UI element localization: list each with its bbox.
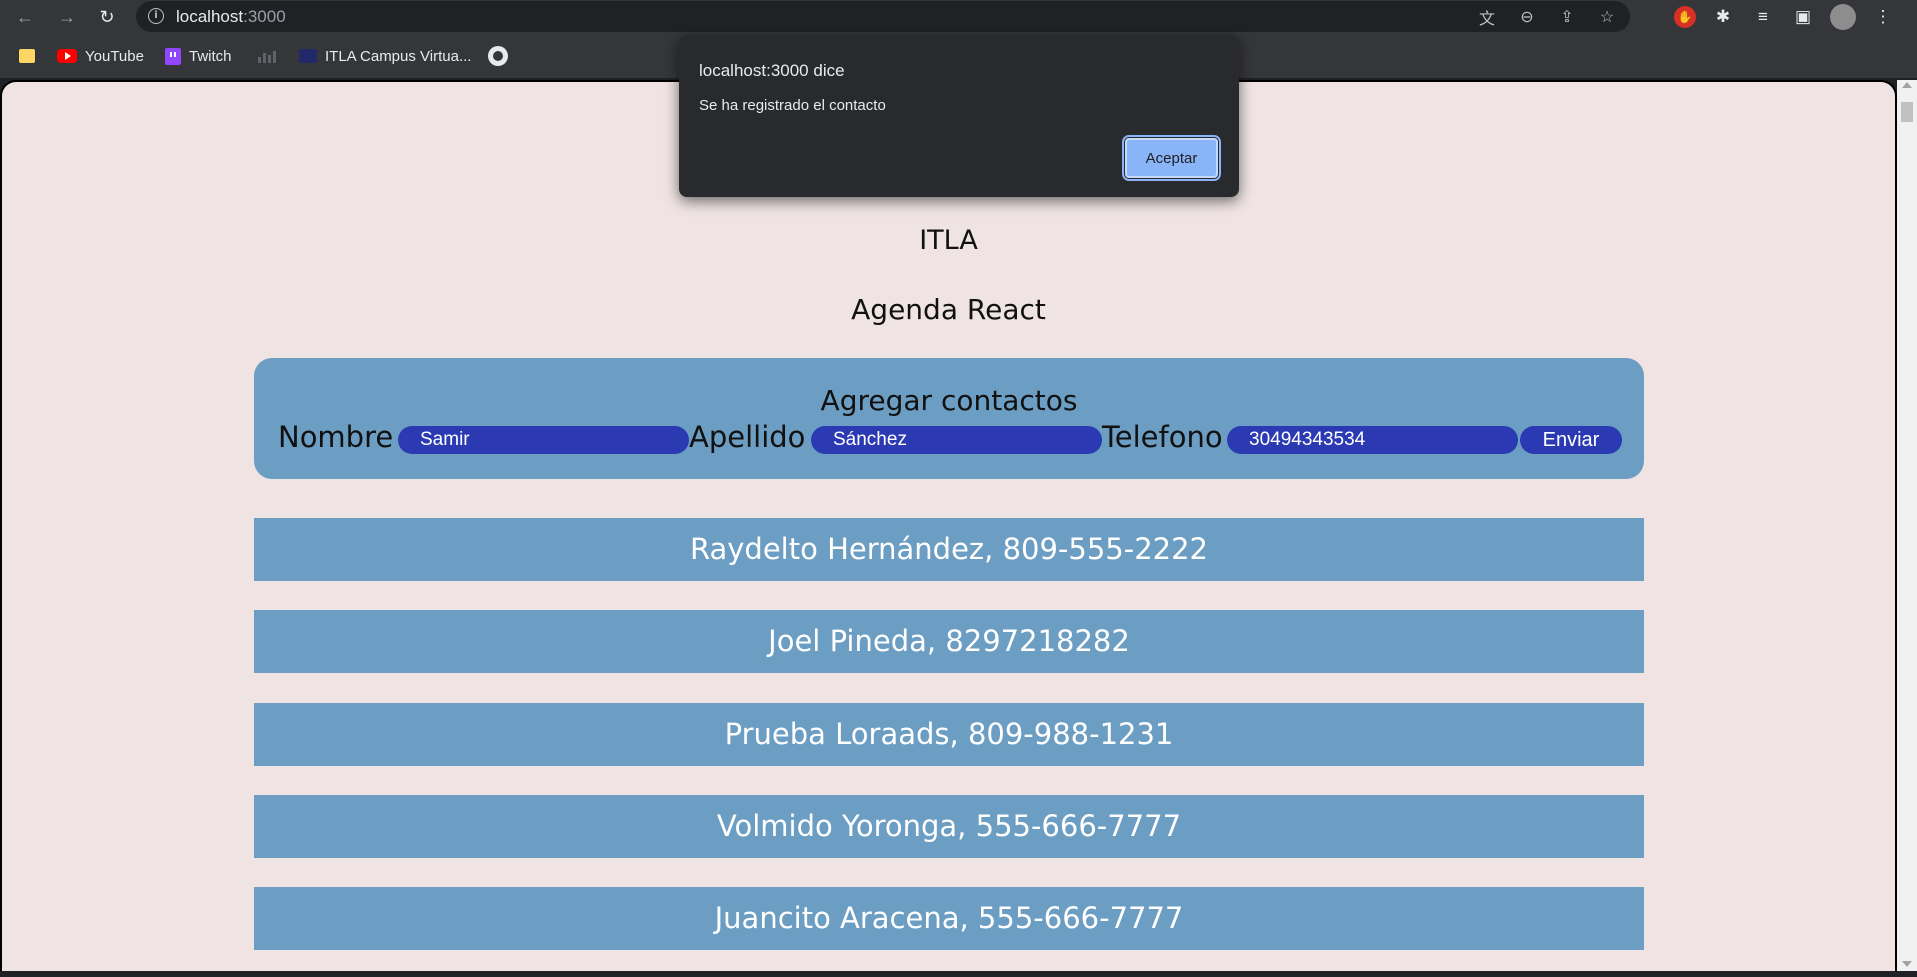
- bookmark-label: Twitch: [189, 47, 232, 65]
- github-icon: [488, 46, 508, 66]
- address-bar[interactable]: i localhost:3000 文 ⊖ ⇪ ☆: [136, 1, 1630, 32]
- page-title: ITLA: [919, 225, 978, 256]
- bookmark-folder[interactable]: [19, 45, 35, 67]
- url-port: :3000: [243, 7, 286, 26]
- add-contact-form: Agregar contactos Nombre : Apellido : Te…: [254, 358, 1644, 479]
- contact-item: Volmido Yoronga, 555-666-7777: [254, 795, 1644, 858]
- zoom-out-icon[interactable]: ⊖: [1516, 6, 1538, 28]
- bar-chart-icon: [258, 49, 276, 63]
- contact-item: Joel Pineda, 8297218282: [254, 610, 1644, 673]
- contact-item: Prueba Loraads, 809-988-1231: [254, 703, 1644, 766]
- reload-icon[interactable]: ↻: [94, 4, 120, 30]
- bookmark-youtube[interactable]: YouTube: [57, 45, 144, 67]
- url-text[interactable]: localhost:3000: [176, 7, 286, 27]
- scroll-up-arrow-icon[interactable]: [1902, 82, 1912, 88]
- browser-toolbar: ← → ↻ i localhost:3000 文 ⊖ ⇪ ☆ ✋ ✱ ≡ ▣ ⋮: [0, 0, 1917, 34]
- bookmark-twitch[interactable]: Twitch: [165, 45, 232, 67]
- twitch-icon: [165, 47, 181, 65]
- accept-button[interactable]: Aceptar: [1122, 135, 1221, 181]
- apellido-input[interactable]: [811, 426, 1102, 454]
- back-arrow-icon[interactable]: ←: [12, 4, 38, 30]
- media-queue-icon[interactable]: ≡: [1750, 4, 1776, 30]
- scroll-down-arrow-icon[interactable]: [1902, 961, 1912, 967]
- bookmark-label: YouTube: [85, 47, 144, 65]
- send-button[interactable]: Enviar: [1520, 426, 1622, 454]
- apellido-label: Apellido :: [689, 420, 825, 454]
- folder-icon: [19, 49, 35, 63]
- extensions-puzzle-icon[interactable]: ✱: [1710, 4, 1736, 30]
- forward-arrow-icon[interactable]: →: [54, 4, 80, 30]
- site-info-icon[interactable]: i: [148, 8, 164, 24]
- translate-icon[interactable]: 文: [1476, 6, 1498, 28]
- adblock-extension-icon[interactable]: ✋: [1674, 6, 1696, 28]
- bookmark-chart[interactable]: [258, 45, 276, 67]
- itla-icon: [299, 49, 317, 63]
- telefono-input[interactable]: [1227, 426, 1518, 454]
- bookmark-github[interactable]: [488, 45, 508, 67]
- telefono-label: Telefono :: [1102, 420, 1242, 454]
- vertical-scrollbar[interactable]: [1897, 80, 1917, 971]
- scroll-thumb[interactable]: [1901, 102, 1913, 122]
- contact-item: Raydelto Hernández, 809-555-2222: [254, 518, 1644, 581]
- share-icon[interactable]: ⇪: [1556, 6, 1578, 28]
- form-heading: Agregar contactos: [820, 384, 1078, 417]
- window-bottom-edge: [0, 971, 1917, 977]
- dialog-title: localhost:3000 dice: [699, 61, 845, 80]
- contact-item: Juancito Aracena, 555-666-7777: [254, 887, 1644, 950]
- more-menu-icon[interactable]: ⋮: [1870, 4, 1896, 30]
- nombre-input[interactable]: [398, 426, 689, 454]
- page-subtitle: Agenda React: [851, 293, 1046, 326]
- alert-dialog: localhost:3000 dice Se ha registrado el …: [679, 35, 1239, 197]
- url-host: localhost: [176, 7, 244, 26]
- profile-avatar-icon[interactable]: [1830, 4, 1856, 30]
- bookmark-itla[interactable]: ITLA Campus Virtua...: [299, 45, 471, 67]
- bookmark-star-icon[interactable]: ☆: [1596, 6, 1618, 28]
- dialog-message: Se ha registrado el contacto: [699, 97, 886, 114]
- bookmark-label: ITLA Campus Virtua...: [325, 47, 472, 65]
- page-viewport: ITLA Agenda React Agregar contactos Nomb…: [0, 80, 1897, 971]
- nombre-label: Nombre :: [278, 420, 413, 454]
- youtube-icon: [57, 49, 77, 63]
- side-panel-icon[interactable]: ▣: [1790, 4, 1816, 30]
